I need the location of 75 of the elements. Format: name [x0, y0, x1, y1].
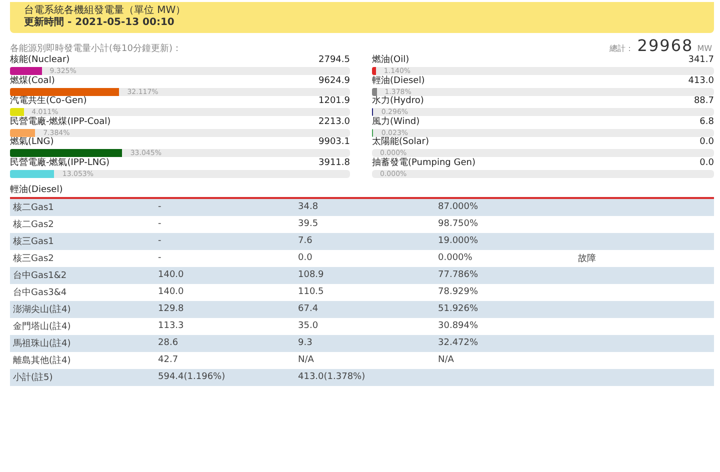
table-cell-text: 413.0(1.378%): [297, 372, 366, 382]
table-cell-text: 核二Gas1: [12, 202, 55, 214]
source-value: 1201.9: [318, 96, 350, 108]
source-name: 民營電廠-燃煤(IPP-Coal): [10, 116, 111, 128]
table-cell-text: 98.750%: [437, 219, 480, 230]
table-cell-text: 110.5: [297, 287, 325, 298]
table-cell-text: 台中Gas3&4: [12, 286, 68, 299]
summary-caption: 各能源別即時發電量小計(每10分鐘更新)：: [10, 42, 182, 54]
source-name: 抽蓄發電(Pumping Gen): [372, 158, 476, 169]
table-cell-text: 140.0: [157, 287, 185, 298]
source-value: 2213.0: [318, 116, 350, 128]
table-title: 輕油(Diesel): [10, 184, 64, 195]
table-cell-text: 台中Gas1&2: [12, 270, 68, 282]
table-cell-text: 32.472%: [437, 338, 480, 348]
total-value: 29968: [637, 36, 694, 55]
table-cell-text: 594.4(1.196%): [157, 372, 226, 382]
table-cell-text: N/A: [437, 355, 455, 366]
table-cell-text: 108.9: [297, 270, 325, 280]
source-name: 燃油(Oil): [372, 55, 410, 66]
table-cell-text: 金門塔山(註4): [12, 320, 72, 333]
source-value: 0.0: [700, 137, 714, 148]
page-title: 台電系統各機組發電量（單位 MW）: [24, 5, 187, 16]
source-value: 88.7: [694, 96, 714, 108]
table-cell-text: 小計(註5): [12, 372, 54, 384]
source-name: 太陽能(Solar): [372, 137, 429, 148]
table-cell-text: 28.6: [157, 338, 180, 348]
source-value: 341.7: [688, 55, 714, 66]
source-name: 燃氣(LNG): [10, 137, 54, 148]
table-cell-text: 42.7: [157, 355, 180, 366]
table-cell-text: 67.4: [297, 304, 320, 314]
source-value: 9903.1: [318, 137, 350, 148]
table-cell-text: -: [157, 219, 162, 230]
table-cell-text: 澎湖尖山(註4): [12, 304, 72, 316]
source-name: 水力(Hydro): [372, 96, 424, 108]
table-cell-text: 核三Gas1: [12, 236, 55, 248]
source-name: 風力(Wind): [372, 116, 420, 128]
total-label: 總計：: [609, 43, 634, 54]
table-cell-text: 離島其他(註4): [12, 354, 72, 367]
source-value: 6.8: [700, 116, 714, 128]
source-name: 輕油(Diesel): [372, 76, 425, 87]
table-cell-text: 129.8: [157, 304, 185, 314]
table-cell-text: -: [157, 253, 162, 264]
table-cell-text: 故障: [577, 252, 597, 265]
table-cell-text: 39.5: [297, 219, 320, 230]
table-cell-text: 51.926%: [437, 304, 480, 314]
table-cell-text: -: [157, 236, 162, 246]
source-name: 核能(Nuclear): [10, 55, 70, 66]
source-value: 413.0: [688, 76, 714, 87]
table-cell-text: 0.000%: [437, 253, 474, 264]
total-unit: MW: [697, 44, 712, 53]
table-cell-text: 30.894%: [437, 321, 480, 332]
update-time: 更新時間 - 2021-05-13 00:10: [24, 17, 176, 29]
table-cell-text: 核三Gas2: [12, 252, 55, 265]
table-cell-text: 113.3: [157, 321, 185, 332]
table-cell-text: 140.0: [157, 270, 185, 280]
source-value: 0.0: [700, 158, 714, 169]
table-cell-text: 7.6: [297, 236, 314, 246]
table-cell-text: 34.8: [297, 202, 320, 212]
table-cell-text: -: [157, 202, 162, 212]
source-name: 民營電廠-燃氣(IPP-LNG): [10, 158, 110, 169]
table-cell-text: 9.3: [297, 338, 314, 348]
table-cell-text: 78.929%: [437, 287, 480, 298]
table-cell-text: 核二Gas2: [12, 218, 55, 231]
table-cell-text: 0.0: [297, 253, 314, 264]
table-cell-text: 87.000%: [437, 202, 480, 212]
table-cell-text: 77.786%: [437, 270, 480, 280]
table-cell-text: 馬祖珠山(註4): [12, 338, 72, 350]
source-name: 汽電共生(Co-Gen): [10, 96, 87, 108]
source-value: 9624.9: [318, 76, 350, 87]
source-name: 燃煤(Coal): [10, 76, 55, 87]
source-value: 3911.8: [318, 158, 350, 169]
table-cell-text: N/A: [297, 355, 315, 366]
table-cell-text: 19.000%: [437, 236, 480, 246]
table-cell-text: 35.0: [297, 321, 320, 332]
source-value: 2794.5: [318, 55, 350, 66]
